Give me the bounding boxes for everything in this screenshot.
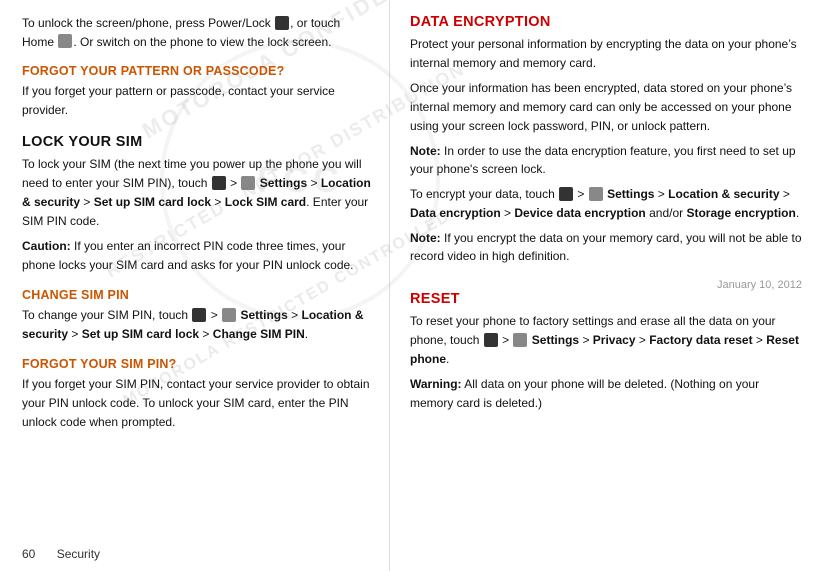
forgot-sim-pin-body: If you forget your SIM PIN, contact your… (22, 375, 371, 432)
reset-section: RESET To reset your phone to factory set… (410, 291, 802, 412)
right-column: DATA ENCRYPTION Protect your personal in… (390, 0, 822, 571)
settings-icon-encrypt (589, 187, 603, 201)
data-encryption-note2: Note: If you encrypt the data on your me… (410, 229, 802, 266)
intro-section: To unlock the screen/phone, press Power/… (22, 14, 371, 51)
data-encryption-para3: To encrypt your data, touch > Settings >… (410, 185, 802, 223)
page-section: Security (57, 547, 100, 561)
lock-sim-caution: Caution: If you enter an incorrect PIN c… (22, 237, 371, 275)
data-encryption-para2: Once your information has been encrypted… (410, 79, 802, 136)
lock-sim-body: To lock your SIM (the next time you powe… (22, 155, 371, 231)
page-number: 60 (22, 547, 35, 561)
settings-icon-change (222, 308, 236, 322)
lock-sim-section: LOCK YOUR SIM To lock your SIM (the next… (22, 134, 371, 275)
forgot-pattern-body: If you forget your pattern or passcode, … (22, 82, 371, 120)
intro-text: To unlock the screen/phone, press Power/… (22, 16, 340, 49)
data-encryption-section: DATA ENCRYPTION Protect your personal in… (410, 14, 802, 266)
change-sim-pin-section: CHANGE SIM PIN To change your SIM PIN, t… (22, 288, 371, 344)
date-line: January 10, 2012 (410, 279, 802, 291)
data-encryption-heading: DATA ENCRYPTION (410, 14, 802, 30)
change-sim-pin-heading: CHANGE SIM PIN (22, 288, 371, 302)
lock-sim-heading: LOCK YOUR SIM (22, 134, 371, 150)
menu-icon-change (192, 308, 206, 322)
forgot-sim-pin-section: FORGOT YOUR SIM PIN? If you forget your … (22, 357, 371, 432)
reset-body: To reset your phone to factory settings … (410, 312, 802, 369)
menu-icon-reset (484, 333, 498, 347)
change-sim-pin-body: To change your SIM PIN, touch > Settings… (22, 306, 371, 344)
data-encryption-para1: Protect your personal information by enc… (410, 35, 802, 73)
settings-icon-lock (241, 176, 255, 190)
menu-icon-lock (212, 176, 226, 190)
page-container: To unlock the screen/phone, press Power/… (0, 0, 822, 571)
menu-icon-encrypt (559, 187, 573, 201)
reset-warning: Warning: All data on your phone will be … (410, 375, 802, 412)
page-footer: 60 Security (22, 547, 118, 561)
power-lock-icon (275, 16, 289, 30)
reset-heading: RESET (410, 291, 802, 307)
data-encryption-note1: Note: In order to use the data encryptio… (410, 142, 802, 179)
forgot-sim-pin-heading: FORGOT YOUR SIM PIN? (22, 357, 371, 371)
forgot-pattern-heading: FORGOT YOUR PATTERN OR PASSCODE? (22, 64, 371, 78)
home-icon (58, 34, 72, 48)
left-column: To unlock the screen/phone, press Power/… (0, 0, 390, 571)
forgot-pattern-section: FORGOT YOUR PATTERN OR PASSCODE? If you … (22, 64, 371, 120)
settings-icon-reset (513, 333, 527, 347)
